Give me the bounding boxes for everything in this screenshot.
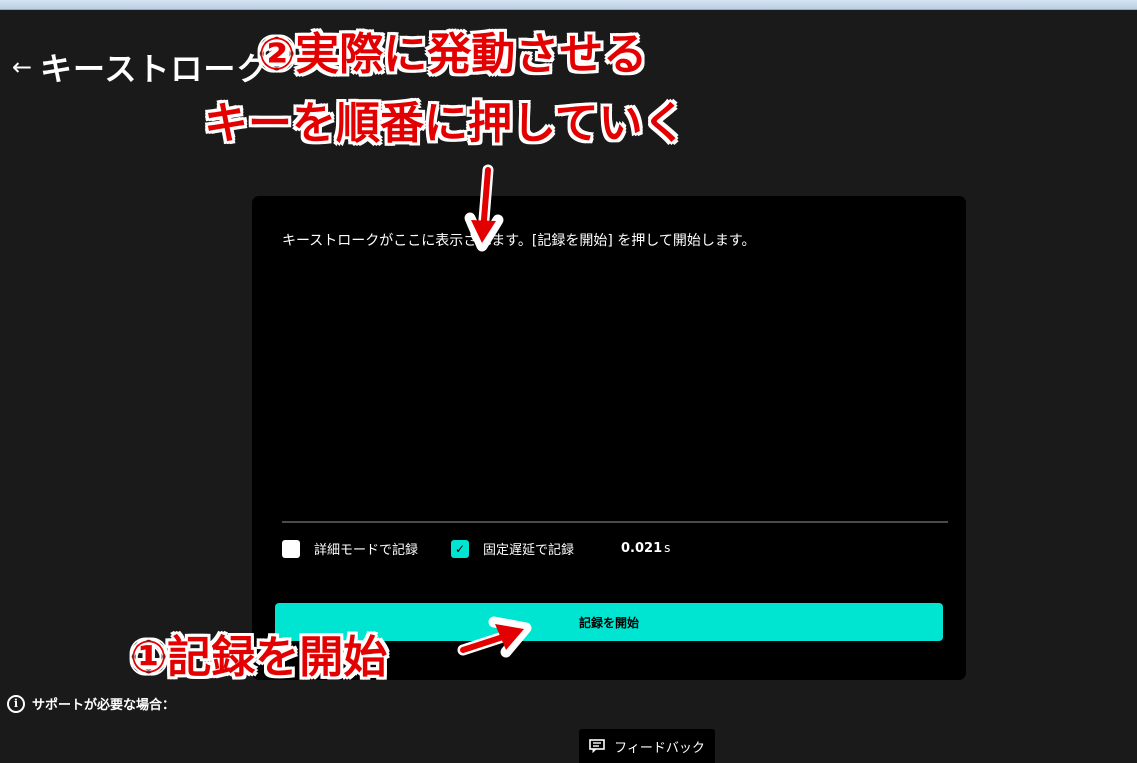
detailed-mode-label: 詳細モードで記録 [314, 543, 419, 558]
delay-unit: s [664, 541, 671, 555]
page-header: ← キーストローク [12, 44, 269, 90]
delay-value[interactable]: 0.021 s [621, 541, 670, 556]
keystroke-placeholder-text: キーストロークがここに表示されます。[記録を開始] を押して開始します。 [282, 233, 756, 249]
feedback-button[interactable]: フィードバック [579, 729, 715, 763]
fixed-delay-option[interactable]: ✓ 固定遅延で記録 [451, 539, 574, 558]
detailed-mode-checkbox[interactable] [282, 539, 300, 558]
annotation-step2-line2: キーを順番に押していく [204, 98, 687, 149]
support-section: i サポートが必要な場合： [7, 694, 175, 713]
feedback-label: フィードバック [614, 740, 705, 756]
page-title: キーストローク [40, 50, 270, 88]
delay-number: 0.021 [621, 541, 663, 556]
fixed-delay-checkbox[interactable]: ✓ [451, 539, 469, 558]
feedback-icon [589, 739, 605, 753]
divider [282, 521, 948, 523]
info-icon: i [7, 694, 25, 713]
window-frame-edge [0, 0, 1137, 10]
annotation-step2-line1: ②実際に発動させる [258, 29, 648, 80]
detailed-mode-option[interactable]: 詳細モードで記録 [282, 539, 418, 558]
support-text: サポートが必要な場合： [32, 698, 176, 713]
annotation-step1: ①記録を開始 [130, 632, 388, 683]
left-arrow-icon[interactable]: ← [12, 53, 40, 81]
fixed-delay-label: 固定遅延で記録 [483, 543, 575, 558]
keystroke-recording-panel: キーストロークがここに表示されます。[記録を開始] を押して開始します。 詳細モ… [252, 196, 966, 680]
